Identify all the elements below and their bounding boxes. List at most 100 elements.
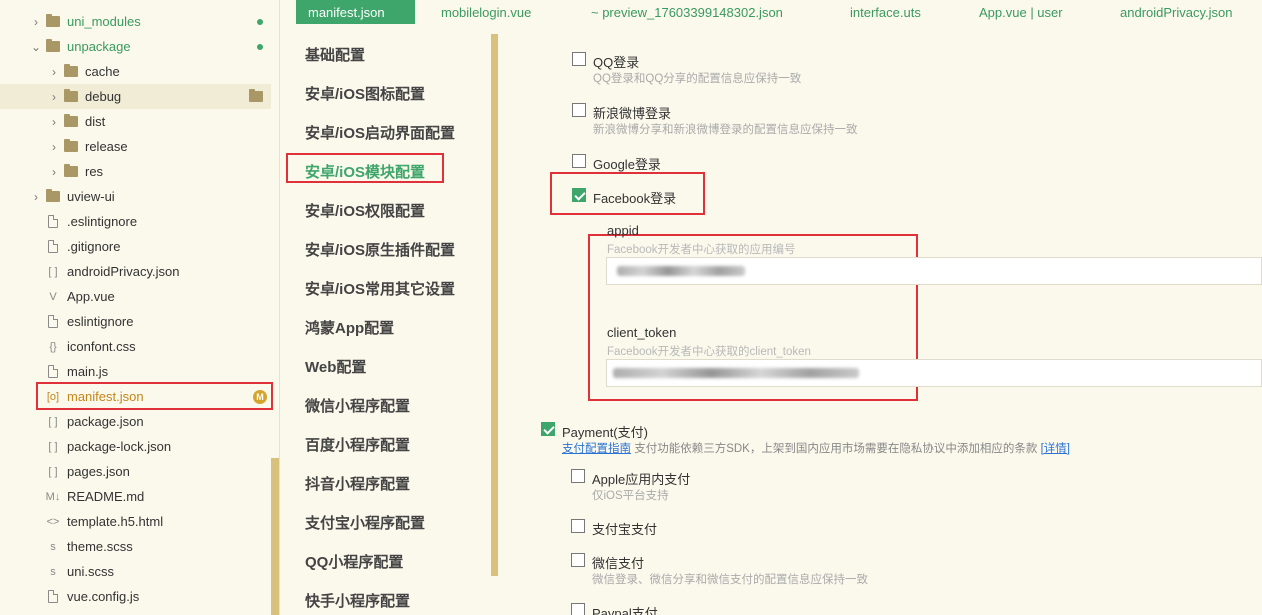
tree-item-label: androidPrivacy.json <box>67 264 180 279</box>
settings-nav-item[interactable]: 安卓/iOS启动界面配置 <box>305 122 455 143</box>
folder-debug[interactable]: › debug <box>0 84 271 109</box>
chevron-right-icon[interactable]: › <box>48 140 60 154</box>
settings-nav-item[interactable]: 安卓/iOS图标配置 <box>305 83 425 104</box>
file-eslintignore[interactable]: .eslintignore <box>0 209 271 234</box>
file-type-icon: M↓ <box>45 490 61 503</box>
alipay-checkbox[interactable] <box>571 519 585 533</box>
tree-item-label: README.md <box>67 489 145 504</box>
tree-item-label: App.vue <box>67 289 115 304</box>
git-status-dot <box>257 18 263 25</box>
folder-unpackage[interactable]: ⌄ unpackage <box>0 34 271 59</box>
folder-icon <box>46 189 60 204</box>
settings-nav-item[interactable]: 快手小程序配置 <box>305 590 410 611</box>
file-type-icon: V <box>49 290 57 303</box>
settings-nav-item[interactable]: 安卓/iOS原生插件配置 <box>305 239 455 260</box>
file-iconfont-css[interactable]: {} iconfont.css <box>0 334 271 359</box>
file-template-h5-html[interactable]: <> template.h5.html <box>0 509 271 534</box>
folder-res[interactable]: › res <box>0 159 271 184</box>
folder-icon <box>64 139 78 154</box>
tab-app-vue-user[interactable]: App.vue | user <box>979 0 1063 24</box>
folder-cache[interactable]: › cache <box>0 59 271 84</box>
file-package-lock-json[interactable]: [ ] package-lock.json <box>0 434 271 459</box>
appid-input[interactable] <box>606 257 1262 285</box>
paypal-checkbox[interactable] <box>571 603 585 615</box>
tab-mobilelogin-vue[interactable]: mobilelogin.vue <box>441 0 531 24</box>
settings-nav-item[interactable]: 安卓/iOS常用其它设置 <box>305 278 455 299</box>
chevron-right-icon[interactable]: › <box>48 165 60 179</box>
settings-nav-item[interactable]: 基础配置 <box>305 44 365 65</box>
tree-item-label: package-lock.json <box>67 439 172 454</box>
settings-nav-item[interactable]: 抖音小程序配置 <box>305 473 410 494</box>
qq-login-checkbox[interactable] <box>572 52 586 66</box>
manifest-settings-nav: 基础配置 安卓/iOS图标配置 安卓/iOS启动界面配置 安卓/iOS模块配置 安卓/i… <box>280 26 498 615</box>
tree-item-label: .gitignore <box>67 239 121 254</box>
folder-release[interactable]: › release <box>0 134 271 159</box>
apple-pay-checkbox[interactable] <box>571 469 585 483</box>
chevron-down-icon[interactable]: ⌄ <box>30 40 42 54</box>
google-login-checkbox[interactable] <box>572 154 586 168</box>
tree-item-label: uni.scss <box>67 564 114 579</box>
nav-scrollbar[interactable] <box>491 34 498 576</box>
tab-preview-json[interactable]: ~ preview_17603399148302.json <box>591 0 783 24</box>
tree-item-label: .eslintignore <box>67 214 138 229</box>
facebook-login-checkbox[interactable] <box>572 188 586 202</box>
file-type-icon <box>46 315 60 329</box>
file-type-icon <box>46 590 60 604</box>
settings-nav-item[interactable]: 安卓/iOS权限配置 <box>305 200 425 221</box>
folder-dist[interactable]: › dist <box>0 109 271 134</box>
google-login-title: Google登录 <box>593 157 661 172</box>
file-uni-scss[interactable]: s uni.scss <box>0 559 271 584</box>
tree-item-label: main.js <box>67 364 109 379</box>
weibo-login-checkbox[interactable] <box>572 103 586 117</box>
file-pages-json[interactable]: [ ] pages.json <box>0 459 271 484</box>
apple-pay-desc: 仅iOS平台支持 <box>592 490 669 502</box>
tab-manifest-json[interactable]: manifest.json <box>296 0 415 24</box>
qq-login-title: QQ登录 <box>593 55 640 70</box>
tree-item-label: res <box>85 164 104 179</box>
folder-uni-modules[interactable]: › uni_modules <box>0 9 271 34</box>
open-folder-icon[interactable] <box>249 89 263 104</box>
tree-item-label: unpackage <box>67 39 131 54</box>
file-package-json[interactable]: [ ] package.json <box>0 409 271 434</box>
file-app-vue[interactable]: V App.vue <box>0 284 271 309</box>
chevron-right-icon[interactable]: › <box>48 90 60 104</box>
payment-checkbox[interactable] <box>541 422 555 436</box>
tree-item-label: eslintignore <box>67 314 134 329</box>
settings-nav-item[interactable]: Web配置 <box>305 356 366 377</box>
file-readme-md[interactable]: M↓ README.md <box>0 484 271 509</box>
chevron-right-icon[interactable]: › <box>48 115 60 129</box>
settings-nav-item[interactable]: 支付宝小程序配置 <box>305 512 425 533</box>
chevron-right-icon[interactable]: › <box>48 65 60 79</box>
settings-nav-item[interactable]: 微信小程序配置 <box>305 395 410 416</box>
file-gitignore[interactable]: .gitignore <box>0 234 271 259</box>
file-eslintignore[interactable]: eslintignore <box>0 309 271 334</box>
file-type-icon: [ ] <box>48 440 58 453</box>
explorer-scrollbar[interactable] <box>271 458 279 615</box>
tree-item-label: cache <box>85 64 120 79</box>
settings-nav-item[interactable]: 鸿蒙App配置 <box>305 317 394 338</box>
payment-detail-link[interactable]: [详情] <box>1041 443 1070 455</box>
weibo-login-title: 新浪微博登录 <box>593 106 672 121</box>
file-vue-config-js[interactable]: vue.config.js <box>0 584 271 609</box>
folder-icon <box>46 14 60 29</box>
tab-androidprivacy-json[interactable]: androidPrivacy.json <box>1120 0 1232 24</box>
tab-interface-uts[interactable]: interface.uts <box>850 0 921 24</box>
file-androidprivacy-json[interactable]: [ ] androidPrivacy.json <box>0 259 271 284</box>
apple-pay-title: Apple应用内支付 <box>592 472 691 487</box>
file-type-icon: [ ] <box>48 415 58 428</box>
file-main-js[interactable]: main.js <box>0 359 271 384</box>
folder-uview-ui[interactable]: › uview-ui <box>0 184 271 209</box>
tree-item-label: template.h5.html <box>67 514 164 529</box>
chevron-right-icon[interactable]: › <box>30 15 42 29</box>
folder-icon <box>64 89 78 104</box>
wechat-pay-checkbox[interactable] <box>571 553 585 567</box>
file-theme-scss[interactable]: s theme.scss <box>0 534 271 559</box>
chevron-right-icon[interactable]: › <box>30 190 42 204</box>
settings-nav-item[interactable]: 百度小程序配置 <box>305 434 410 455</box>
tree-item-label: debug <box>85 89 122 104</box>
weibo-login-desc: 新浪微博分享和新浪微博登录的配置信息应保持一致 <box>593 124 858 136</box>
payment-note: 支付功能依赖三方SDK，上架到国内应用市场需要在隐私协议中添加相应的条款 <box>634 443 1038 455</box>
payment-guide-link[interactable]: 支付配置指南 <box>562 443 631 455</box>
client-token-input[interactable] <box>606 359 1262 387</box>
settings-nav-item[interactable]: QQ小程序配置 <box>305 551 403 572</box>
